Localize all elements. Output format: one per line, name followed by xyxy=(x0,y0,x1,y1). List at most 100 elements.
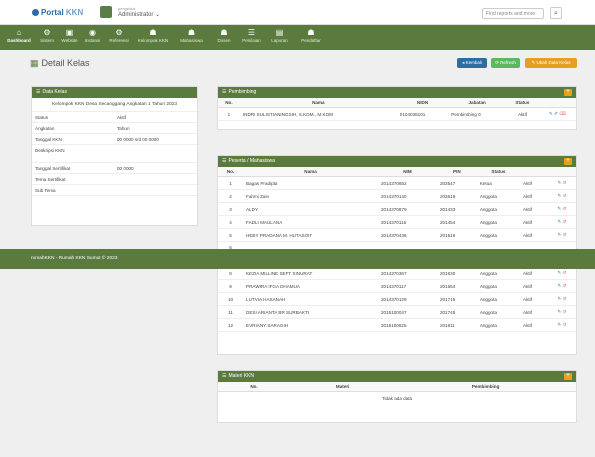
undo-icon[interactable]: ↺ xyxy=(563,283,567,288)
nav-pendaftar[interactable]: ☗ Pendaftar xyxy=(295,28,327,48)
undo-icon[interactable]: ↺ xyxy=(563,309,567,314)
column-header: No. xyxy=(218,98,240,108)
row-actions[interactable]: ✎ ↺ xyxy=(547,292,576,306)
cell-pin: 201811 xyxy=(436,318,477,332)
user-role[interactable]: Administrator ⌄ xyxy=(118,11,160,18)
avatar[interactable] xyxy=(100,6,112,18)
row-actions[interactable]: ✎ ↺ xyxy=(547,176,576,190)
row-actions[interactable]: ✎ ↺ xyxy=(547,279,576,293)
undo-icon[interactable]: ↺ xyxy=(563,270,567,275)
panel-header: ☰ Data Kelas xyxy=(32,87,197,98)
row-actions[interactable]: ✎ ↺ xyxy=(547,318,576,332)
edit-icon[interactable]: ✎ xyxy=(557,206,561,211)
cell-jabatan: Anggota xyxy=(476,305,521,319)
cell-status: Aktif xyxy=(520,189,548,203)
row-actions[interactable]: ✎ ↺ xyxy=(547,305,576,319)
table-row: 4 FADLI MAULANA 2014370115 201454 Anggota Akt… xyxy=(218,215,576,229)
refresh-button[interactable]: ⟳ Refresh xyxy=(491,58,520,68)
globe-icon: ◉ xyxy=(89,28,96,37)
logo-text: Portal xyxy=(41,8,64,17)
app-logo[interactable]: Portal KKN xyxy=(32,8,83,17)
nav-kelompok-kkn[interactable]: ☗ Kelompok KKN xyxy=(136,28,170,48)
nav-referensi[interactable]: ⚙ Referensi xyxy=(106,28,132,48)
detail-label: Angkatan xyxy=(35,126,55,131)
cell-nama: EVRIANY SARAGIH xyxy=(243,318,378,332)
edit-icon[interactable]: ✎ xyxy=(557,309,561,314)
cell-status: Aktif xyxy=(520,202,548,216)
cell-nim: 2014370879 xyxy=(377,202,437,216)
table-row: 5 HEBY PRADANA M. HUTASOIT 2014370436 20151… xyxy=(218,228,576,242)
logo-suffix: KKN xyxy=(65,8,84,17)
add-pembimbing-button[interactable]: + xyxy=(564,89,572,96)
list-icon: ☰ xyxy=(36,89,41,95)
edit-icon[interactable]: ✎ xyxy=(549,111,553,116)
detail-label: Tema Sertifikat xyxy=(35,177,66,182)
user-menu[interactable]: pengelola Administrator ⌄ xyxy=(118,6,160,18)
row-actions[interactable]: ✎ ✐ ⌫ xyxy=(538,107,576,121)
column-header: PIN xyxy=(436,167,477,177)
group-icon: ☗ xyxy=(307,28,315,37)
edit-icon[interactable]: ✎ xyxy=(557,219,561,224)
back-button[interactable]: ◂ Kembali xyxy=(457,58,487,68)
edit-icon[interactable]: ✎ xyxy=(557,232,561,237)
undo-icon[interactable]: ↺ xyxy=(563,232,567,237)
nav-dosen[interactable]: ☗ Dosen xyxy=(213,28,235,48)
cell-status: Aktif xyxy=(506,107,539,121)
nav-instansi[interactable]: ◉ Instansi xyxy=(83,28,102,48)
cell-pin: 201654 xyxy=(436,279,477,293)
delete-icon[interactable]: ⌫ xyxy=(559,111,566,116)
nav-label: Mahasiswa xyxy=(180,38,203,43)
undo-icon[interactable]: ↺ xyxy=(563,180,567,185)
undo-icon[interactable]: ↺ xyxy=(563,322,567,327)
cell-no: 4 xyxy=(218,215,244,229)
column-header: Jabatan xyxy=(448,98,507,108)
table-row: 9 PRAWIRA IFGA DHAMUA 2014370117 201654 Angg… xyxy=(218,279,576,293)
nav-website[interactable]: ▣ Website xyxy=(60,28,79,48)
column-header xyxy=(538,98,576,108)
edit-icon[interactable]: ✎ xyxy=(557,193,561,198)
cell-pin: 201454 xyxy=(436,215,477,229)
detail-label: Sub Tema xyxy=(35,188,56,193)
row-actions[interactable]: ✎ ↺ xyxy=(547,202,576,216)
nav-sistem[interactable]: ⚙ Sistem xyxy=(38,28,56,48)
nav-laporan[interactable]: ▤ Laporan xyxy=(268,28,291,48)
search-input[interactable]: Find reports and more xyxy=(482,8,544,19)
cell-nama: ALDY xyxy=(243,202,378,216)
undo-icon[interactable]: ↺ xyxy=(563,296,567,301)
nav-mahasiswa[interactable]: ☗ Mahasiswa xyxy=(174,28,209,48)
cell-pin: 203547 xyxy=(436,176,477,190)
column-header: No. xyxy=(218,167,244,177)
table-row: 1 INDRI SULISTIANINGSIH, S.KOM., M.KOM 010… xyxy=(218,107,576,121)
detail-value: Tahun xyxy=(117,126,130,131)
column-header: Status xyxy=(506,98,539,108)
cell-no: 12 xyxy=(218,318,244,332)
search-icon[interactable]: ⌕ xyxy=(550,7,562,19)
undo-icon[interactable]: ↺ xyxy=(563,219,567,224)
list-icon: ☰ xyxy=(247,28,256,37)
cell-jabatan: Anggota xyxy=(476,228,521,242)
edit-icon[interactable]: ✎ xyxy=(557,180,561,185)
row-actions[interactable]: ✎ ↺ xyxy=(547,189,576,203)
undo-icon[interactable]: ↺ xyxy=(563,193,567,198)
add-peserta-button[interactable]: + xyxy=(564,158,572,165)
cell-pin: 201715 xyxy=(436,292,477,306)
panel-header: ☰ Peserta / Mahasiswa + xyxy=(218,156,576,167)
edit-class-button[interactable]: ✎ Ubah Data Kelas xyxy=(525,58,577,68)
row-actions[interactable]: ✎ ↺ xyxy=(547,228,576,242)
nav-dashboard[interactable]: ⌂ Dashboard xyxy=(4,28,34,48)
nav-penilaian[interactable]: ☰ Penilaian xyxy=(239,28,264,48)
row-actions[interactable]: ✎ ↺ xyxy=(547,215,576,229)
column-header: Status xyxy=(476,167,521,177)
detail-label: Tanggal KKN xyxy=(35,137,62,142)
edit-icon[interactable]: ✎ xyxy=(557,283,561,288)
cell-jabatan: Anggota xyxy=(476,318,521,332)
edit-icon[interactable]: ✎ xyxy=(557,322,561,327)
undo-icon[interactable]: ↺ xyxy=(563,206,567,211)
column-header: Nama xyxy=(239,98,397,108)
edit-icon[interactable]: ✎ xyxy=(557,296,561,301)
add-materi-button[interactable]: + xyxy=(564,373,572,380)
edit-icon[interactable]: ✎ xyxy=(557,270,561,275)
pencil-icon[interactable]: ✐ xyxy=(554,111,558,116)
footer: rumahKKN - Rumah KKN Sumut © 2023 xyxy=(0,249,595,269)
cell-status: Aktif xyxy=(520,305,548,319)
